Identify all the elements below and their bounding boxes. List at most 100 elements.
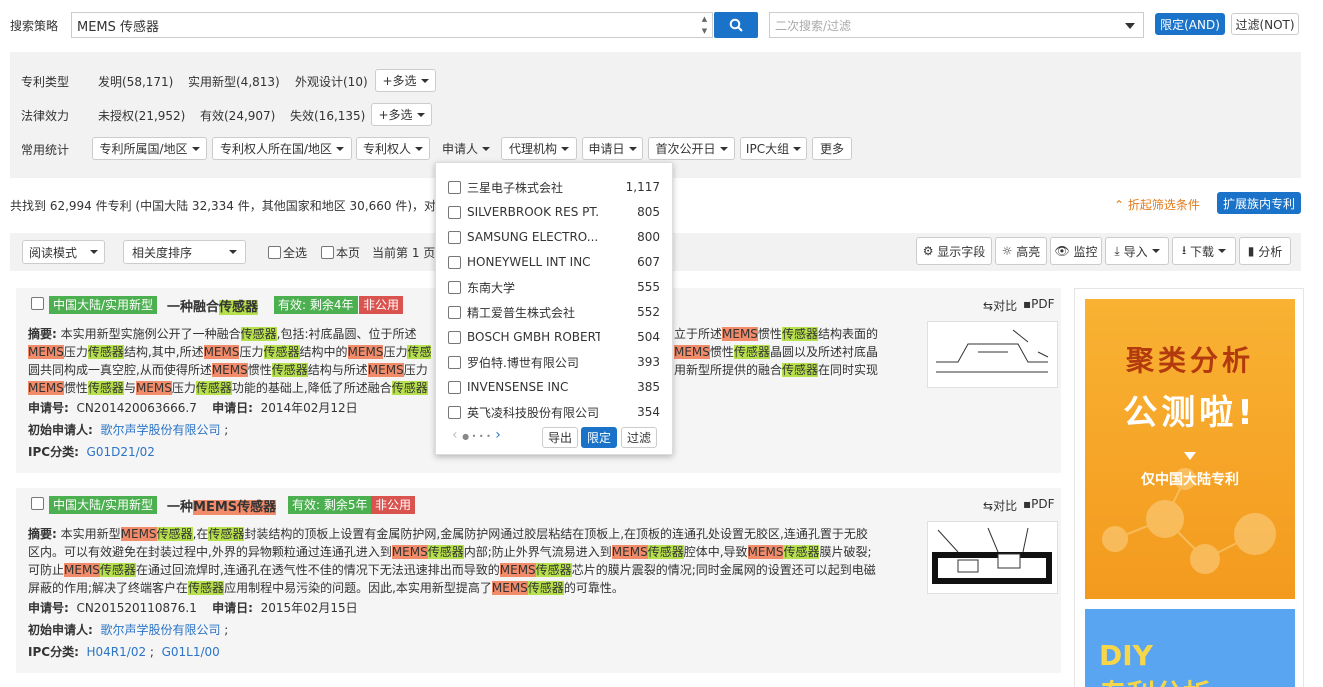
- result-2-applicant: 初始申请人: 歌尔声学股份有限公司 ;: [28, 623, 229, 637]
- dropdown-item[interactable]: 东南大学 555: [448, 277, 660, 297]
- filter-not-button[interactable]: 过滤(NOT): [1231, 13, 1299, 35]
- dropdown-item[interactable]: SILVERBROOK RES PT... 805: [448, 202, 660, 222]
- diy-analysis-banner[interactable]: DIY 专利分析: [1085, 609, 1295, 687]
- stat-applicant[interactable]: 申请人: [435, 137, 497, 160]
- expand-family-button[interactable]: 扩展族内专利: [1217, 192, 1301, 214]
- dropdown-item[interactable]: 精工爱普生株式会社 552: [448, 302, 660, 322]
- dropdown-item[interactable]: BOSCH GMBH ROBERT 504: [448, 327, 660, 347]
- type-invention[interactable]: 发明(58,171): [98, 73, 173, 90]
- pager[interactable]: ‹ ● • • • ›: [452, 427, 501, 443]
- import-button[interactable]: ⤓ 导入: [1105, 237, 1169, 265]
- result-2-checkbox[interactable]: [31, 497, 44, 510]
- gear-icon: ⚙: [922, 244, 934, 258]
- highlight-button[interactable]: ☼ 高亮: [995, 237, 1047, 265]
- download-icon: ⭳: [1181, 242, 1187, 257]
- region-tag: 中国大陆/实用新型: [49, 496, 158, 514]
- ad2-line1: DIY: [1099, 639, 1153, 672]
- stat-pub-date[interactable]: 首次公开日: [648, 137, 735, 160]
- ipc-link[interactable]: G01L1/00: [162, 645, 220, 659]
- select-page-checkbox[interactable]: 本页: [321, 244, 360, 261]
- dropdown-item[interactable]: SAMSUNG ELECTRO... 800: [448, 227, 660, 247]
- multi-select-legal[interactable]: +多选: [371, 103, 432, 126]
- status-tag: 有效: 剩余5年: [288, 496, 372, 514]
- result-1-checkbox[interactable]: [31, 297, 44, 310]
- stat-owner[interactable]: 专利权人: [356, 137, 430, 160]
- chevron-up-icon: ⌃: [1114, 198, 1125, 212]
- monitor-button[interactable]: 👁 监控: [1050, 237, 1102, 265]
- search-button[interactable]: [714, 12, 758, 38]
- pdf-button[interactable]: ▪PDF: [1023, 297, 1055, 311]
- sort-select[interactable]: 相关度排序: [123, 240, 246, 264]
- result-1-abstract-right: 立于所述MEMS惯性传感器结构表面的 MEMS惯性传感器晶圆以及所述衬底晶 用新…: [674, 327, 879, 377]
- result-2-title[interactable]: 一种MEMS传感器: [167, 496, 277, 515]
- dropdown-item[interactable]: INVENSENSE INC 385: [448, 377, 660, 397]
- secondary-search-input[interactable]: 二次搜索/过滤: [769, 12, 1144, 38]
- type-design[interactable]: 外观设计(10): [295, 73, 368, 90]
- result-2-thumbnail[interactable]: [927, 521, 1058, 594]
- stat-apply-date[interactable]: 申请日: [582, 137, 643, 160]
- ad-caret: [1184, 452, 1196, 460]
- legal-status-label: 法律效力: [21, 109, 70, 123]
- ad-line3: 仅中国大陆专利: [1141, 472, 1239, 488]
- chevron-left-icon[interactable]: ‹: [452, 427, 458, 443]
- search-query: MEMS 传感器: [77, 19, 160, 35]
- type-utility[interactable]: 实用新型(4,813): [188, 73, 280, 90]
- applicant-link[interactable]: 歌尔声学股份有限公司: [100, 623, 220, 637]
- chevron-right-icon[interactable]: ›: [495, 427, 501, 443]
- analyze-button[interactable]: ▮ 分析: [1239, 237, 1291, 265]
- legal-pending[interactable]: 未授权(21,952): [98, 107, 185, 124]
- ipc-link[interactable]: H04R1/02: [87, 645, 147, 659]
- stat-country[interactable]: 专利所属国/地区: [92, 137, 207, 160]
- compare-button[interactable]: ⇆对比: [983, 297, 1017, 314]
- limit-and-button[interactable]: 限定(AND): [1155, 13, 1225, 35]
- ipc-link[interactable]: G01D21/02: [87, 445, 155, 459]
- result-1-apno: 申请号: CN201420063666.7 申请日: 2014年02月12日: [28, 401, 358, 415]
- cluster-analysis-banner[interactable]: 聚类分析 公测啦! 仅中国大陆专利: [1085, 299, 1295, 599]
- stat-owner-country[interactable]: 专利权人所在国/地区: [212, 137, 352, 160]
- collapse-filters[interactable]: ⌃ 折起筛选条件: [1114, 196, 1200, 213]
- dropdown-item[interactable]: 英飞凌科技股份有限公司 354: [448, 402, 660, 422]
- nonpublic-tag: 非公用: [371, 496, 416, 514]
- result-1-title[interactable]: 一种融合传感器: [167, 296, 259, 315]
- multi-select-type[interactable]: +多选: [375, 69, 436, 92]
- result-2-abstract: 摘要: 本实用新型MEMS传感器,在传感器封装结构的顶板上设置有金属防护网,金属…: [28, 527, 876, 595]
- eye-icon: 👁: [1054, 244, 1070, 258]
- applicant-link[interactable]: 歌尔声学股份有限公司: [100, 423, 220, 437]
- sun-icon: ☼: [1001, 244, 1013, 258]
- stat-more[interactable]: 更多: [812, 137, 852, 160]
- legal-invalid[interactable]: 失效(16,135): [290, 107, 365, 124]
- result-1-abstract: 摘要: 本实用新型实施例公开了一种融合传感器,包括:衬底晶圆、位于所述 MEMS…: [28, 327, 432, 395]
- pdf-icon: ▪: [1023, 497, 1032, 511]
- import-icon: ⤓: [1114, 243, 1120, 258]
- result-summary: 共找到 62,994 件专利 (中国大陆 32,334 件，其他国家和地区 30…: [10, 199, 435, 213]
- dropdown-item[interactable]: 罗伯特.博世有限公司 393: [448, 352, 660, 372]
- chevron-down-icon: [1125, 23, 1135, 29]
- bar-chart-icon: ▮: [1247, 244, 1255, 258]
- download-button[interactable]: ⭳ 下载: [1172, 237, 1236, 265]
- search-input[interactable]: MEMS 传感器: [71, 12, 713, 38]
- display-fields-button[interactable]: ⚙ 显示字段: [916, 237, 992, 265]
- stat-ipc[interactable]: IPC大组: [740, 137, 807, 160]
- dropdown-item[interactable]: HONEYWELL INT INC 607: [448, 252, 660, 272]
- ad2-line2: 专利分析: [1099, 673, 1211, 687]
- result-1-ipc: IPC分类: G01D21/02: [28, 445, 155, 459]
- applicant-dropdown: 三星电子株式会社 1,117 SILVERBROOK RES PT... 805 S…: [435, 162, 673, 455]
- compare-button[interactable]: ⇆对比: [983, 497, 1017, 514]
- dropdown-limit-button[interactable]: 限定: [581, 427, 617, 448]
- dropdown-export-button[interactable]: 导出: [542, 427, 578, 448]
- stat-agency[interactable]: 代理机构: [501, 137, 577, 160]
- pdf-button[interactable]: ▪PDF: [1023, 497, 1055, 511]
- search-spinner[interactable]: ▲ ▼: [697, 13, 712, 37]
- result-1-applicant: 初始申请人: 歌尔声学股份有限公司 ;: [28, 423, 229, 437]
- dropdown-item[interactable]: 三星电子株式会社 1,117: [448, 177, 660, 197]
- reading-mode-select[interactable]: 阅读模式: [22, 240, 105, 264]
- current-page: 当前第 1 页: [372, 246, 435, 260]
- ad-line1: 聚类分析: [1125, 344, 1254, 377]
- compare-icon: ⇆: [983, 499, 994, 513]
- dropdown-filter-button[interactable]: 过滤: [621, 427, 657, 448]
- legal-valid[interactable]: 有效(24,907): [200, 107, 275, 124]
- select-all-checkbox[interactable]: 全选: [268, 244, 307, 261]
- ad-line2: 公测啦!: [1123, 393, 1257, 433]
- nonpublic-tag: 非公用: [359, 296, 404, 314]
- result-1-thumbnail[interactable]: [927, 321, 1058, 388]
